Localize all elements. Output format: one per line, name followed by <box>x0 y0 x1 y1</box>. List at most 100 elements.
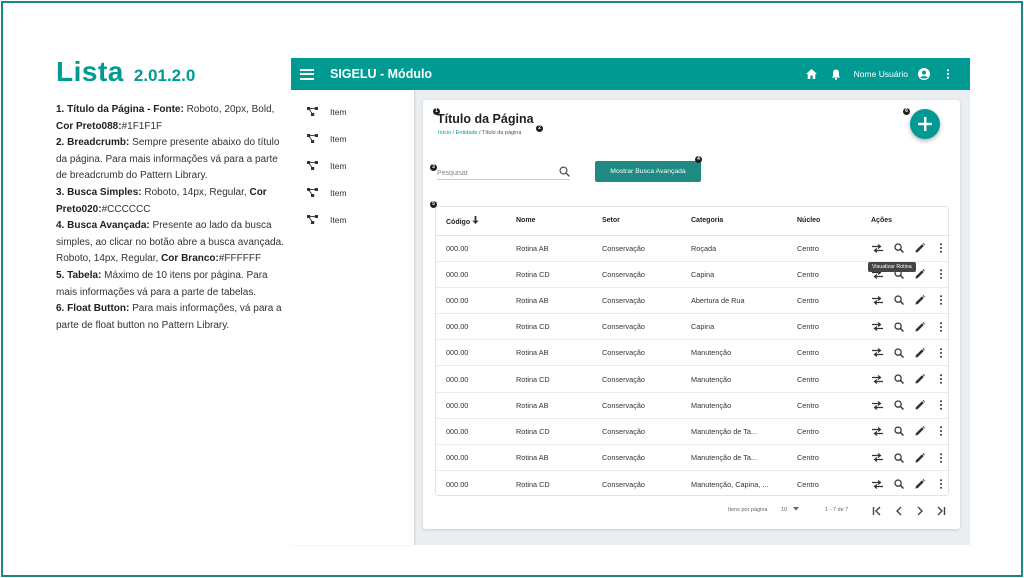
cell-categoria: Roçada <box>691 235 797 262</box>
cell-nucleo: Centro <box>797 392 871 419</box>
cell-categoria: Capina <box>691 313 797 341</box>
account-circle-icon[interactable] <box>918 68 930 80</box>
cell-setor: Conservação <box>602 392 691 419</box>
more-vert-icon[interactable] <box>934 268 947 281</box>
more-vert-icon[interactable] <box>934 242 947 255</box>
cell-categoria: Manutenção de Ta... <box>691 444 797 472</box>
cell-setor: Conservação <box>602 479 645 489</box>
search-icon[interactable] <box>892 451 905 464</box>
next-page-icon[interactable] <box>913 504 927 518</box>
hub-icon <box>307 211 318 229</box>
swap-icon[interactable] <box>871 346 884 359</box>
doc-heading: Lista 2.01.2.0 <box>56 56 286 88</box>
more-vert-icon[interactable] <box>934 346 947 359</box>
cell-codigo: 000.00 <box>436 418 516 446</box>
search-icon[interactable] <box>892 425 905 438</box>
more-vert-icon[interactable] <box>942 68 954 80</box>
cell-nome: Rotina AB <box>516 444 602 472</box>
more-vert-icon[interactable] <box>934 399 947 412</box>
column-header-codigo[interactable]: Código <box>436 207 516 236</box>
table-row[interactable]: 000.00 Rotina AB Conservação Roçada Centro <box>436 235 950 262</box>
edit-icon[interactable] <box>913 242 926 255</box>
edit-icon[interactable] <box>913 425 926 438</box>
home-icon[interactable] <box>806 68 818 80</box>
table-row[interactable]: 000.00 Rotina AB Conservação Abertura de Ru… <box>436 287 950 315</box>
sidebar-item[interactable]: Item <box>291 98 414 125</box>
table-row[interactable]: 000.00 Rotina AB Conservação Manutenção Cent… <box>436 339 950 367</box>
swap-icon[interactable] <box>871 425 884 438</box>
edit-icon[interactable] <box>913 373 926 386</box>
table-row[interactable]: 000.00 Rotina CD Conservação Capina Centro <box>436 313 950 341</box>
edit-icon[interactable] <box>913 451 926 464</box>
advanced-search-button[interactable]: Mostrar Busca Avançada <box>595 161 701 182</box>
search-icon[interactable] <box>892 346 905 359</box>
marker-4: 4 <box>695 156 702 163</box>
hub-icon <box>307 184 318 202</box>
search-icon[interactable] <box>892 320 905 333</box>
page-size-select[interactable]: 10 <box>781 507 787 513</box>
doc-note: 1. Título da Página - Fonte: Roboto, 20p… <box>56 104 275 132</box>
more-vert-icon[interactable] <box>934 451 947 464</box>
more-vert-icon[interactable] <box>934 320 947 333</box>
more-vert-icon[interactable] <box>934 478 947 491</box>
swap-icon[interactable] <box>871 478 884 491</box>
cell-nome: Rotina CD <box>516 313 602 341</box>
cell-setor: Conservação <box>602 313 691 341</box>
sidebar-item[interactable]: Item <box>291 152 414 179</box>
search-icon[interactable] <box>892 478 905 491</box>
table-row[interactable]: 000.00 Rotina CD Conservação Manutenção, Ca… <box>436 471 950 497</box>
sidebar-item-label: Item <box>330 160 347 171</box>
search-icon[interactable] <box>892 294 905 307</box>
sidebar-item[interactable]: Item <box>291 179 414 206</box>
more-vert-icon[interactable] <box>934 373 947 386</box>
first-page-icon[interactable] <box>870 504 884 518</box>
swap-icon[interactable] <box>871 373 884 386</box>
search-icon[interactable] <box>892 373 905 386</box>
search-input[interactable] <box>437 165 555 182</box>
column-header-nome[interactable]: Nome <box>516 207 602 236</box>
search-icon[interactable] <box>892 242 905 255</box>
edit-icon[interactable] <box>913 346 926 359</box>
table-row[interactable]: 000.00 Rotina AB Conservação Manutenção Cent… <box>436 392 950 419</box>
last-page-icon[interactable] <box>934 504 948 518</box>
breadcrumb-entity[interactable]: Entidade <box>456 130 478 136</box>
more-vert-icon[interactable] <box>934 425 947 438</box>
table-row[interactable]: 000.00 Rotina CD Conservação Manutenção de … <box>436 418 950 446</box>
cell-codigo: 000.00 <box>436 235 516 262</box>
swap-icon[interactable] <box>871 451 884 464</box>
sidebar-item[interactable]: Item <box>291 206 414 233</box>
cell-categoria: Manutenção <box>691 365 797 393</box>
more-vert-icon[interactable] <box>934 294 947 307</box>
previous-page-icon[interactable] <box>892 504 906 518</box>
cell-nucleo: Centro <box>797 418 871 446</box>
swap-icon[interactable] <box>871 242 884 255</box>
edit-icon[interactable] <box>913 294 926 307</box>
cell-nucleo: Centro <box>797 235 871 262</box>
search-icon[interactable] <box>892 399 905 412</box>
bell-icon[interactable] <box>830 68 842 80</box>
sidebar-item-label: Item <box>330 214 347 225</box>
swap-icon[interactable] <box>871 399 884 412</box>
hub-icon <box>307 157 318 175</box>
edit-icon[interactable] <box>913 478 926 491</box>
cell-categoria: Manutenção, Capina, ... <box>691 479 769 489</box>
hamburger-menu-icon[interactable] <box>300 66 314 82</box>
sidebar-item-label: Item <box>330 133 347 144</box>
caret-down-icon[interactable] <box>793 507 799 513</box>
sidebar-item[interactable]: Item <box>291 125 414 152</box>
search-icon[interactable] <box>559 164 570 182</box>
swap-icon[interactable] <box>871 320 884 333</box>
column-header-categoria[interactable]: Categoria <box>691 207 797 236</box>
content-card: 1 Título da Página Início / Entidade / T… <box>423 100 960 529</box>
column-header-setor[interactable]: Setor <box>602 207 691 236</box>
edit-icon[interactable] <box>913 399 926 412</box>
breadcrumb-home[interactable]: Início <box>438 130 451 136</box>
swap-icon[interactable] <box>871 294 884 307</box>
edit-icon[interactable] <box>913 320 926 333</box>
user-name[interactable]: Nome Usuário <box>854 69 908 79</box>
app-window: SIGELU - Módulo Nome Usuário Item Item Ite… <box>291 58 970 545</box>
table-row[interactable]: 000.00 Rotina CD Conservação Manutenção Cent… <box>436 365 950 393</box>
add-fab-button[interactable] <box>910 109 940 139</box>
table-row[interactable]: 000.00 Rotina AB Conservação Manutenção de … <box>436 444 950 472</box>
column-header-nucleo[interactable]: Núcleo <box>797 207 871 236</box>
